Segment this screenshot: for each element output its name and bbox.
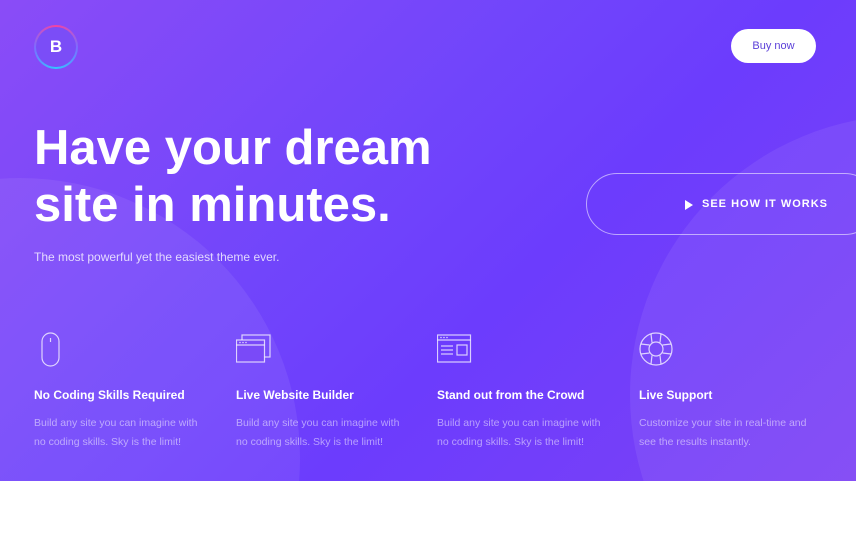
feature-title: Live Support: [639, 388, 713, 402]
logo[interactable]: B: [34, 25, 78, 69]
feature-desc-line: Customize your site in real-time and: [639, 417, 807, 429]
feature-desc-line: no coding skills. Sky is the limit!: [236, 436, 384, 448]
feature-title: Live Website Builder: [236, 388, 354, 402]
headline-line-1: Have your dream: [34, 121, 432, 175]
mouse-icon: [41, 332, 60, 367]
headline-line-2: site in minutes.: [34, 178, 391, 232]
feature-no-coding: No Coding Skills Required Build any site…: [34, 330, 214, 448]
feature-description: Build any site you can imagine with no c…: [34, 414, 214, 452]
logo-letter: B: [36, 27, 76, 67]
feature-desc-line: Build any site you can imagine with: [236, 417, 400, 429]
play-icon: [685, 200, 693, 210]
hero-section: B Buy now Have your dream site in minute…: [0, 0, 856, 481]
hero-subtitle: The most powerful yet the easiest theme …: [34, 250, 280, 264]
feature-desc-line: no coding skills. Sky is the limit!: [34, 436, 182, 448]
feature-live-builder: Live Website Builder Build any site you …: [236, 330, 416, 448]
buy-now-button[interactable]: Buy now: [731, 29, 816, 63]
lifebuoy-icon: [639, 332, 673, 366]
feature-stand-out: Stand out from the Crowd Build any site …: [437, 330, 617, 448]
feature-title: No Coding Skills Required: [34, 388, 185, 402]
see-how-it-works-button[interactable]: SEE HOW IT WORKS: [586, 173, 856, 235]
feature-desc-line: see the results instantly.: [639, 436, 751, 448]
feature-live-support: Live Support Customize your site in real…: [639, 330, 819, 448]
feature-description: Build any site you can imagine with no c…: [236, 414, 416, 452]
feature-title: Stand out from the Crowd: [437, 388, 585, 402]
feature-desc-line: Build any site you can imagine with: [34, 417, 198, 429]
hero-headline: Have your dream site in minutes.: [34, 120, 432, 234]
feature-description: Customize your site in real-time and see…: [639, 414, 819, 452]
see-how-label: SEE HOW IT WORKS: [702, 198, 828, 210]
feature-desc-line: Build any site you can imagine with: [437, 417, 601, 429]
browser-layout-icon: [437, 334, 472, 363]
feature-description: Build any site you can imagine with no c…: [437, 414, 617, 452]
feature-desc-line: no coding skills. Sky is the limit!: [437, 436, 585, 448]
windows-icon: [236, 334, 271, 363]
